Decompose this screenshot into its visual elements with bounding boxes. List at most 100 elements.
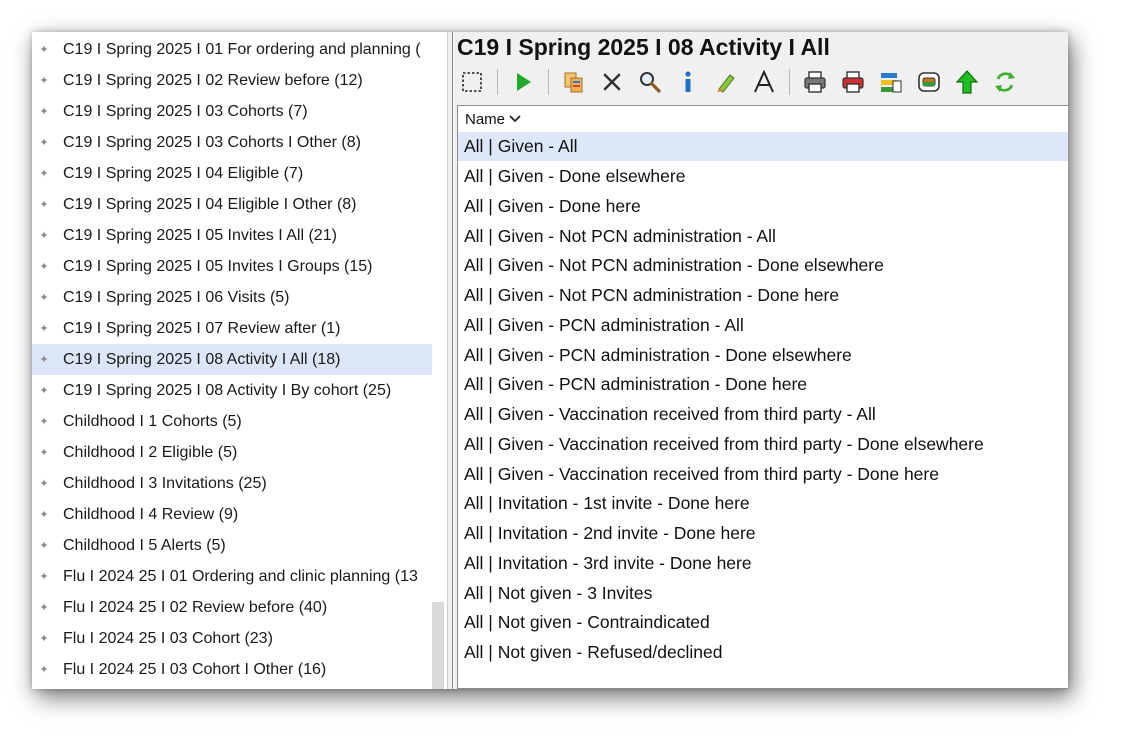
tree-item[interactable]: ✦ Childhood I 2 Eligible (5) <box>32 437 432 468</box>
column-header-name[interactable]: Name <box>458 106 1068 133</box>
refresh-icon[interactable] <box>992 69 1018 95</box>
tree-item-label: C19 I Spring 2025 I 06 Visits (5) <box>63 288 290 306</box>
list-item-label: All | Given - Vaccination received from … <box>464 434 984 454</box>
highlight-icon[interactable] <box>713 69 739 95</box>
tree-item[interactable]: ✦ Childhood I 4 Review (9) <box>32 499 432 530</box>
search-tree: ✦ C19 I Spring 2025 I 01 For ordering and… <box>32 32 447 689</box>
toolbar <box>459 66 1030 98</box>
list-item[interactable]: All | Given - PCN administration - Done … <box>458 370 1068 399</box>
list-item-label: All | Invitation - 2nd invite - Done her… <box>464 523 756 543</box>
delete-icon[interactable] <box>599 69 625 95</box>
list-item[interactable]: All | Invitation - 2nd invite - Done her… <box>458 519 1068 548</box>
report-icon[interactable] <box>878 69 904 95</box>
tree-item-label: C19 I Spring 2025 I 04 Eligible I Other … <box>63 195 357 213</box>
chevron-down-icon <box>509 115 521 123</box>
tree-item-label: C19 I Spring 2025 I 01 For ordering and … <box>63 40 421 58</box>
tree-item-label: C19 I Spring 2025 I 05 Invites I All (21… <box>63 226 337 244</box>
list-item[interactable]: All | Not given - 3 Invites <box>458 579 1068 608</box>
tree-item[interactable]: ✦ Childhood I 3 Invitations (25) <box>32 468 432 499</box>
select-icon[interactable] <box>459 69 485 95</box>
tree-item[interactable]: ✦ C19 I Spring 2025 I 03 Cohorts (7) <box>32 96 432 127</box>
info-icon[interactable] <box>675 69 701 95</box>
list-item-label: All | Given - All <box>464 136 578 156</box>
bullet-icon: ✦ <box>39 416 49 428</box>
list-item[interactable]: All | Given - Vaccination received from … <box>458 430 1068 459</box>
tree-item-label: C19 I Spring 2025 I 02 Review before (12… <box>63 71 363 89</box>
list-item[interactable]: All | Invitation - 3rd invite - Done her… <box>458 549 1068 578</box>
run-icon[interactable] <box>510 69 536 95</box>
bullet-icon: ✦ <box>39 137 49 149</box>
export-icon[interactable] <box>916 69 942 95</box>
list-item-label: All | Given - Not PCN administration - A… <box>464 226 776 246</box>
tree-item[interactable]: ✦ Flu I 2024 25 I 01 Ordering and clinic … <box>32 561 432 592</box>
bullet-icon: ✦ <box>39 602 49 614</box>
tree-item[interactable]: ✦ Flu I 2024 25 I 03 Cohort (23) <box>32 623 432 654</box>
bullet-icon: ✦ <box>39 44 49 56</box>
list-item-label: All | Given - Vaccination received from … <box>464 464 939 484</box>
bullet-icon: ✦ <box>39 75 49 87</box>
list-item[interactable]: All | Given - Done elsewhere <box>458 162 1068 191</box>
tree-item-label: C19 I Spring 2025 I 08 Activity I All (1… <box>63 350 341 368</box>
tree-item[interactable]: ✦ C19 I Spring 2025 I 01 For ordering and… <box>32 34 432 65</box>
tree-item-label: Flu I 2024 25 I 01 Ordering and clinic p… <box>63 567 418 585</box>
print-red-icon[interactable] <box>840 69 866 95</box>
search-icon[interactable] <box>637 69 663 95</box>
tree-item-selected[interactable]: ✦ C19 I Spring 2025 I 08 Activity I All (… <box>32 344 432 375</box>
bullet-icon: ✦ <box>39 354 49 366</box>
list-item-label: All | Given - PCN administration - Done … <box>464 345 852 365</box>
list-item[interactable]: All | Given - PCN administration - Done … <box>458 341 1068 370</box>
tree-item[interactable]: ✦ C19 I Spring 2025 I 04 Eligible (7) <box>32 158 432 189</box>
tree-item-label: Flu I 2024 25 I 03 Cohort (23) <box>63 629 273 647</box>
bullet-icon: ✦ <box>39 106 49 118</box>
tree-item[interactable]: ✦ C19 I Spring 2025 I 07 Review after (1) <box>32 313 432 344</box>
list-item[interactable]: All | Not given - Contraindicated <box>458 608 1068 637</box>
list-item[interactable]: All | Given - PCN administration - All <box>458 311 1068 340</box>
list-item[interactable]: All | Given - Vaccination received from … <box>458 460 1068 489</box>
toolbar-separator <box>497 69 498 95</box>
list-item-label: All | Not given - Contraindicated <box>464 612 710 632</box>
list-item-label: All | Invitation - 3rd invite - Done her… <box>464 553 752 573</box>
list-item[interactable]: All | Not given - Refused/declined <box>458 638 1068 667</box>
tree-item[interactable]: ✦ C19 I Spring 2025 I 05 Invites I Groups… <box>32 251 432 282</box>
tree-item[interactable]: ✦ Childhood I 1 Cohorts (5) <box>32 406 432 437</box>
tree-item[interactable]: ✦ Flu I 2024 25 I 02 Review before (40) <box>32 592 432 623</box>
copy-icon[interactable] <box>561 69 587 95</box>
list-item[interactable]: All | Given - Vaccination received from … <box>458 400 1068 429</box>
tree-item[interactable]: ✦ C19 I Spring 2025 I 05 Invites I All (2… <box>32 220 432 251</box>
tree-item[interactable]: ✦ Flu I 2024 25 I 03 Cohort I Other (16) <box>32 654 432 685</box>
tree-item-label: C19 I Spring 2025 I 07 Review after (1) <box>63 319 341 337</box>
list-item[interactable]: All | Given - Not PCN administration - D… <box>458 251 1068 280</box>
tree-item-label: C19 I Spring 2025 I 04 Eligible (7) <box>63 164 304 182</box>
tree-item[interactable]: ✦ C19 I Spring 2025 I 03 Cohorts I Other … <box>32 127 432 158</box>
list-item[interactable]: All | Invitation - 1st invite - Done her… <box>458 489 1068 518</box>
tree-scrollbar-thumb[interactable] <box>432 602 444 689</box>
list-item[interactable]: All | Given - Not PCN administration - A… <box>458 222 1068 251</box>
bullet-icon: ✦ <box>39 447 49 459</box>
list-item-label: All | Given - Done here <box>464 196 641 216</box>
tree-item[interactable]: ✦ C19 I Spring 2025 I 06 Visits (5) <box>32 282 432 313</box>
bullet-icon: ✦ <box>39 168 49 180</box>
bullet-icon: ✦ <box>39 323 49 335</box>
list-item-selected[interactable]: All | Given - All <box>458 132 1068 161</box>
bullet-icon: ✦ <box>39 664 49 676</box>
tree-item-label: Flu I 2024 25 I 03 Cohort I Other (16) <box>63 660 327 678</box>
list-item-label: All | Given - Not PCN administration - D… <box>464 255 884 275</box>
print-icon[interactable] <box>802 69 828 95</box>
tree-item-label: Childhood I 2 Eligible (5) <box>63 443 238 461</box>
column-header-label: Name <box>465 110 506 128</box>
font-icon[interactable] <box>751 69 777 95</box>
tree-item[interactable]: ✦ C19 I Spring 2025 I 02 Review before (1… <box>32 65 432 96</box>
tree-item-label: C19 I Spring 2025 I 03 Cohorts I Other (… <box>63 133 361 151</box>
tree-item[interactable]: ✦ C19 I Spring 2025 I 08 Activity I By co… <box>32 375 432 406</box>
tree-item[interactable]: ✦ Childhood I 5 Alerts (5) <box>32 530 432 561</box>
tree-item[interactable]: ✦ C19 I Spring 2025 I 04 Eligible I Other… <box>32 189 432 220</box>
up-arrow-icon[interactable] <box>954 69 980 95</box>
list-item[interactable]: All | Given - Done here <box>458 192 1068 221</box>
tree-item-label: C19 I Spring 2025 I 08 Activity I By coh… <box>63 381 392 399</box>
bullet-icon: ✦ <box>39 385 49 397</box>
bullet-icon: ✦ <box>39 230 49 242</box>
results-list: Name All | Given - All All | Given - Don… <box>457 105 1068 689</box>
list-item-label: All | Given - Done elsewhere <box>464 166 686 186</box>
list-item[interactable]: All | Given - Not PCN administration - D… <box>458 281 1068 310</box>
tree-item-label: C19 I Spring 2025 I 05 Invites I Groups … <box>63 257 373 275</box>
